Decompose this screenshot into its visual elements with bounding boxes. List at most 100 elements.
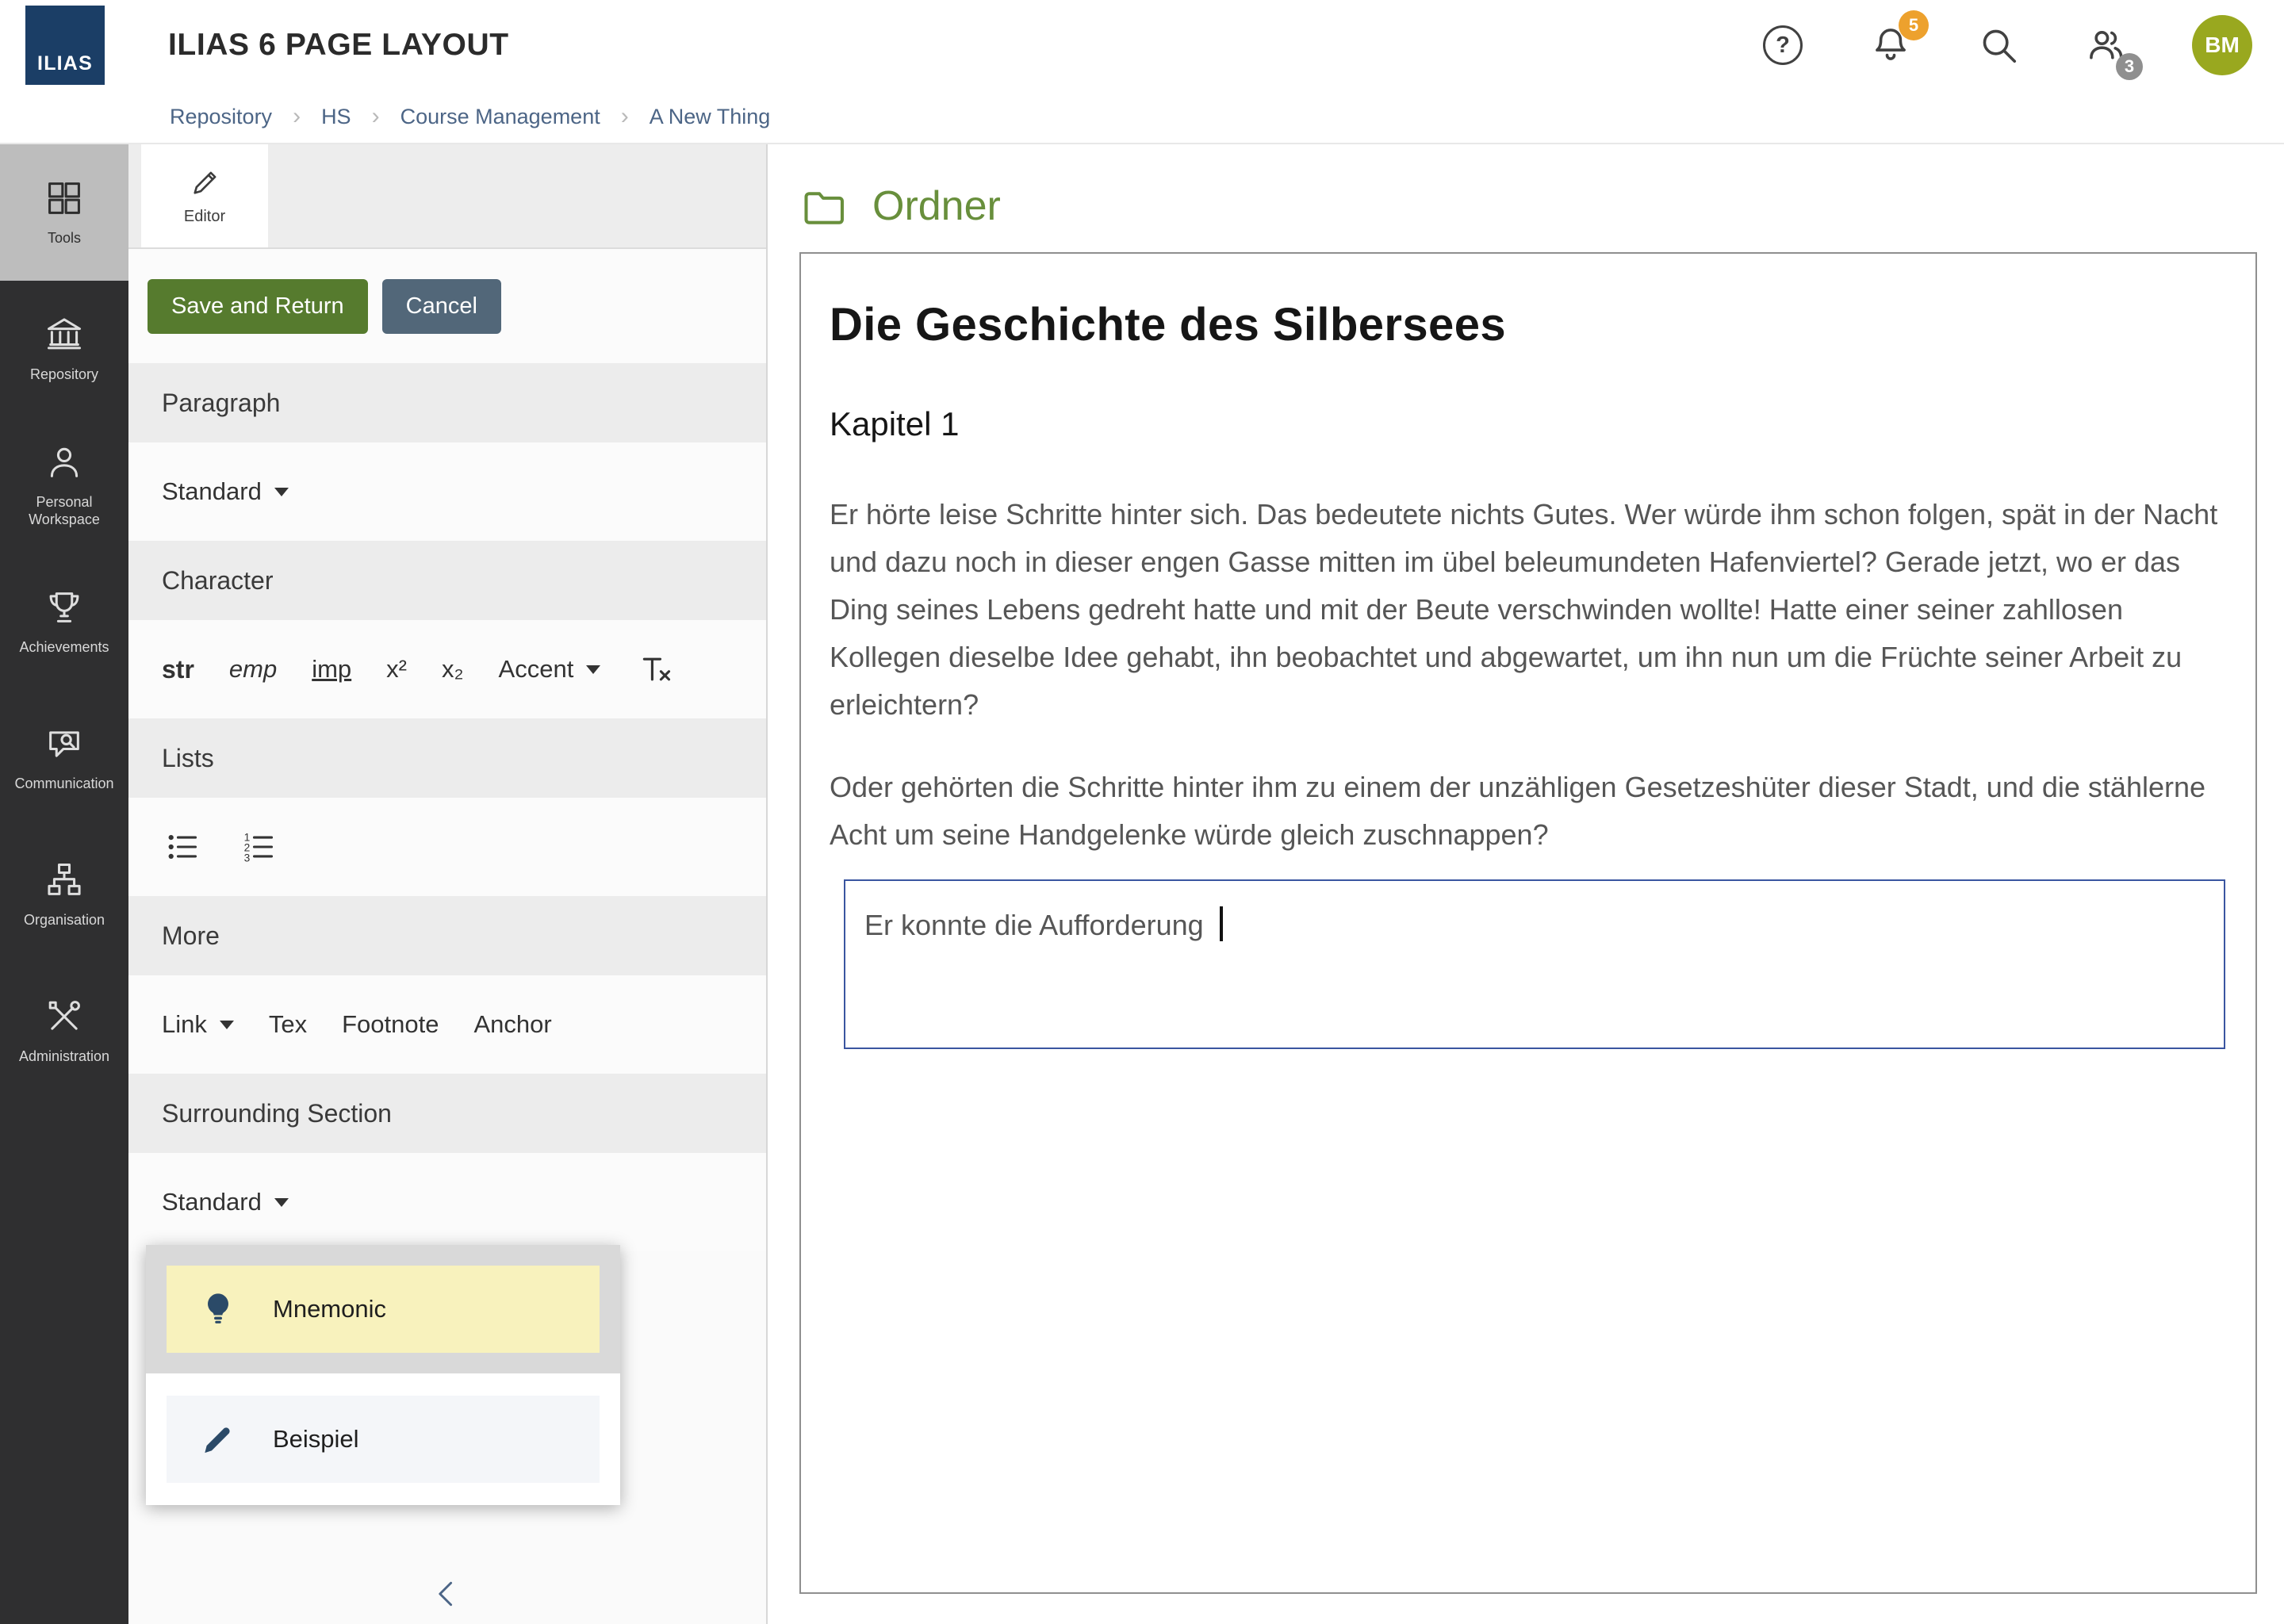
grid-icon xyxy=(44,178,85,219)
surrounding-style-row: Standard xyxy=(128,1153,766,1251)
sidebar-item-label: Repository xyxy=(25,366,103,384)
tools-tabstrip: Editor xyxy=(128,144,766,249)
cancel-button[interactable]: Cancel xyxy=(382,279,501,334)
tab-editor-label: Editor xyxy=(184,208,225,226)
character-section-header: Character xyxy=(128,541,766,620)
crossed-tools-icon xyxy=(44,996,85,1037)
anchor-button[interactable]: Anchor xyxy=(474,1010,552,1039)
chevron-down-icon xyxy=(220,1021,234,1029)
numbered-list-button[interactable]: 1 2 3 xyxy=(238,828,279,866)
menu-item-mnemonic[interactable]: Mnemonic xyxy=(167,1266,600,1353)
sidebar-item-label: Tools xyxy=(43,230,86,247)
content-subheading[interactable]: Kapitel 1 xyxy=(830,405,2227,443)
person-icon xyxy=(44,442,85,483)
accent-select[interactable]: Accent xyxy=(499,655,601,684)
content-paragraph-1[interactable]: Er hörte leise Schritte hinter sich. Das… xyxy=(830,491,2227,729)
sidebar-item-repository[interactable]: Repository xyxy=(0,281,128,417)
sidebar-item-personal-workspace[interactable]: Personal Workspace xyxy=(0,417,128,553)
online-users-badge: 3 xyxy=(2116,53,2143,80)
paragraph-style-row: Standard xyxy=(128,442,766,541)
lists-buttons-row: 1 2 3 xyxy=(128,798,766,896)
sidebar-item-organisation[interactable]: Organisation xyxy=(0,826,128,963)
breadcrumb-course-management[interactable]: Course Management xyxy=(400,105,600,129)
menu-item-label: Mnemonic xyxy=(273,1295,386,1323)
more-buttons-row: Link Tex Footnote Anchor xyxy=(128,975,766,1074)
tab-editor[interactable]: Editor xyxy=(141,144,268,247)
chevron-right-icon: › xyxy=(293,103,301,130)
top-header: ILIAS ILIAS 6 PAGE LAYOUT ? 5 xyxy=(0,0,2284,90)
subscript-button[interactable]: x₂ xyxy=(442,655,464,684)
section-style-menu: Mnemonic Beispiel xyxy=(146,1245,620,1505)
clear-formatting-button[interactable] xyxy=(635,650,676,688)
menu-item-label: Beispiel xyxy=(273,1425,359,1454)
notifications-bell-icon[interactable]: 5 xyxy=(1868,23,1913,67)
accent-label: Accent xyxy=(499,655,574,684)
important-button[interactable]: imp xyxy=(312,655,351,684)
main-menu-rail: Tools Repository Personal Workspace xyxy=(0,144,128,1624)
sidebar-item-label: Organisation xyxy=(19,912,109,929)
online-users-icon[interactable]: 3 xyxy=(2084,23,2129,67)
question-mark-glyph: ? xyxy=(1763,25,1803,65)
lists-section-header: Lists xyxy=(128,718,766,798)
pencil-icon xyxy=(198,1419,238,1459)
chat-bubble-icon xyxy=(44,723,85,764)
svg-text:3: 3 xyxy=(244,852,251,864)
content-paragraph-2[interactable]: Oder gehörten die Schritte hinter ihm zu… xyxy=(830,764,2227,859)
numbered-list-icon: 1 2 3 xyxy=(241,829,276,864)
notification-badge: 5 xyxy=(1899,10,1929,40)
chevron-down-icon xyxy=(274,488,289,496)
content-heading[interactable]: Die Geschichte des Silbersees xyxy=(830,298,2227,351)
breadcrumb-hs[interactable]: HS xyxy=(321,105,351,129)
breadcrumb: Repository › HS › Course Management › A … xyxy=(0,90,2284,144)
sidebar-item-label: Achievements xyxy=(14,639,113,657)
sidebar-item-communication[interactable]: Communication xyxy=(0,690,128,826)
sidebar-item-achievements[interactable]: Achievements xyxy=(0,553,128,690)
ilias-logo[interactable]: ILIAS xyxy=(25,6,105,85)
object-title: Ordner xyxy=(872,182,1001,230)
surrounding-style-value: Standard xyxy=(162,1188,262,1216)
paragraph-style-value: Standard xyxy=(162,477,262,506)
tools-panel: Editor Save and Return Cancel Paragraph … xyxy=(128,144,768,1624)
superscript-button[interactable]: x² xyxy=(386,655,407,684)
lightbulb-icon xyxy=(198,1289,238,1329)
ilias-app: ILIAS ILIAS 6 PAGE LAYOUT ? 5 xyxy=(0,0,2284,1624)
menu-item-beispiel[interactable]: Beispiel xyxy=(167,1396,600,1483)
paragraph-section-header: Paragraph xyxy=(128,363,766,442)
trophy-icon xyxy=(44,587,85,628)
sidebar-item-label: Communication xyxy=(10,776,118,793)
breadcrumb-repository[interactable]: Repository xyxy=(170,105,272,129)
more-section-header: More xyxy=(128,896,766,975)
surrounding-section-header: Surrounding Section xyxy=(128,1074,766,1153)
collapse-panel-button[interactable] xyxy=(128,1576,766,1611)
bullet-list-icon xyxy=(165,829,200,864)
link-select[interactable]: Link xyxy=(162,1010,234,1039)
paragraph-style-select[interactable]: Standard xyxy=(162,477,289,506)
emphasis-button[interactable]: emp xyxy=(229,655,277,684)
bank-icon xyxy=(44,314,85,355)
object-title-row: Ordner xyxy=(799,182,2257,230)
strong-button[interactable]: str xyxy=(162,655,194,684)
chevron-down-icon xyxy=(586,665,600,674)
active-edit-area[interactable]: Er konnte die Aufforderung xyxy=(844,879,2225,1049)
sidebar-item-administration[interactable]: Administration xyxy=(0,963,128,1099)
edit-text: Er konnte die Aufforderung xyxy=(864,909,1204,941)
body-row: Tools Repository Personal Workspace xyxy=(0,144,2284,1624)
chevron-right-icon: › xyxy=(372,103,380,130)
help-icon[interactable]: ? xyxy=(1761,23,1805,67)
save-and-return-button[interactable]: Save and Return xyxy=(148,279,368,334)
link-label: Link xyxy=(162,1010,207,1039)
page-content-card: Die Geschichte des Silbersees Kapitel 1 … xyxy=(799,252,2257,1594)
app-title: ILIAS 6 PAGE LAYOUT xyxy=(168,28,509,63)
surrounding-style-select[interactable]: Standard xyxy=(162,1188,289,1216)
sidebar-item-label: Personal Workspace xyxy=(0,494,128,528)
content-area: Ordner Die Geschichte des Silbersees Kap… xyxy=(768,144,2284,1624)
sidebar-item-tools[interactable]: Tools xyxy=(0,144,128,281)
tex-button[interactable]: Tex xyxy=(269,1010,307,1039)
bullet-list-button[interactable] xyxy=(162,828,203,866)
text-cursor xyxy=(1220,906,1223,941)
avatar[interactable]: BM xyxy=(2192,15,2252,75)
search-icon[interactable] xyxy=(1976,23,2021,67)
sidebar-item-label: Administration xyxy=(14,1048,114,1066)
breadcrumb-a-new-thing[interactable]: A New Thing xyxy=(650,105,771,129)
footnote-button[interactable]: Footnote xyxy=(342,1010,439,1039)
